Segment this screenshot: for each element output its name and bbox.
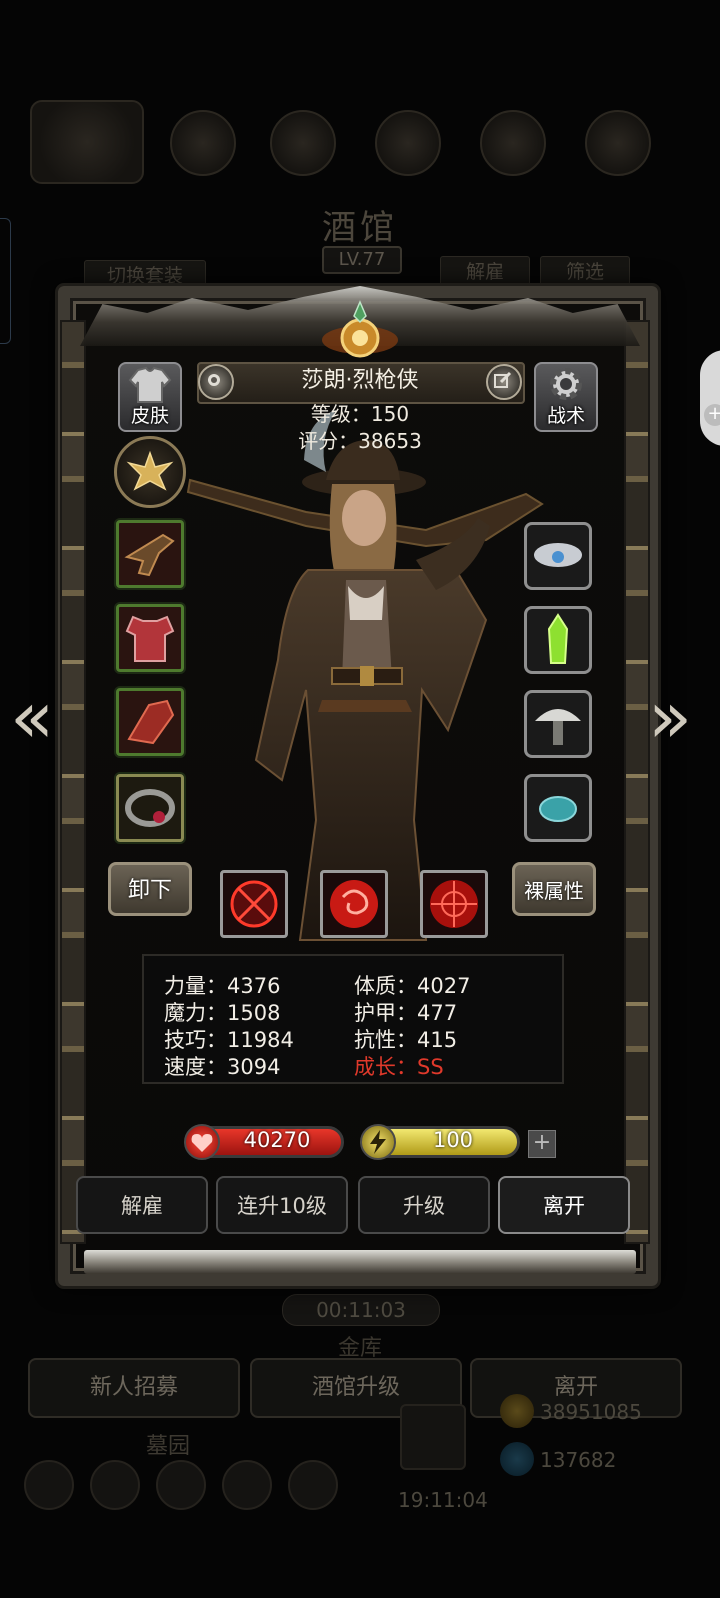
naked-stats-button[interactable]: 裸属性 — [512, 862, 596, 916]
add-energy-button[interactable]: + — [528, 1130, 556, 1158]
stat-growth: 成长：SS — [354, 1055, 444, 1079]
menu-icon-4 — [480, 110, 546, 176]
filter-tab: 筛选 — [540, 256, 630, 288]
cloud-gem-icon — [534, 543, 582, 567]
tavern-timer: 00:11:03 — [282, 1294, 440, 1326]
gem-icon — [500, 1442, 534, 1476]
equip-slot-weapon[interactable] — [116, 520, 184, 588]
stat-skill: 技巧：11984 — [164, 1028, 294, 1052]
target-skill-icon — [430, 880, 478, 928]
next-hero-button[interactable]: » — [648, 681, 692, 754]
green-crystal-icon — [547, 613, 569, 664]
dismiss-tab: 解雇 — [440, 256, 530, 288]
gem-amount: 137682 — [540, 1448, 617, 1472]
menu-icon-3 — [375, 110, 441, 176]
game-clock: 19:11:04 — [398, 1488, 488, 1512]
hero-score: 评分：38653 — [298, 429, 422, 453]
dismiss-button[interactable]: 解雇 — [76, 1176, 208, 1234]
avatar — [30, 100, 144, 184]
skill-slot-3[interactable] — [420, 870, 488, 938]
ring-icon — [125, 789, 175, 827]
equip-slot-armor[interactable] — [116, 604, 184, 672]
tavern-level: LV.77 — [322, 246, 402, 274]
gift-icon — [400, 1404, 466, 1470]
tavern-title: 酒馆 — [322, 208, 398, 248]
equip-slot-accessory-3[interactable] — [524, 690, 592, 758]
settings-icon[interactable] — [198, 364, 234, 400]
stats-panel: 力量：4376 魔力：1508 技巧：11984 速度：3094 体质：4027… — [142, 954, 564, 1084]
bottom-icon-3 — [156, 1460, 206, 1510]
phoenix-emblem-icon[interactable] — [114, 436, 186, 508]
stat-constitution: 体质：4027 — [354, 974, 471, 998]
equip-slot-accessory-4[interactable] — [524, 774, 592, 842]
menu-icon-5 — [585, 110, 651, 176]
stat-speed: 速度：3094 — [164, 1055, 281, 1079]
energy-value: 100 — [432, 1128, 474, 1152]
skin-label: 皮肤 — [130, 405, 169, 427]
graveyard-label: 墓园 — [146, 1434, 191, 1459]
vortex-skill-icon — [330, 880, 378, 928]
equip-slot-gloves[interactable] — [116, 688, 184, 756]
level-up-button[interactable]: 升级 — [358, 1176, 490, 1234]
stat-magic: 魔力：1508 — [164, 1001, 281, 1025]
gold-amount: 38951085 — [540, 1400, 642, 1424]
hero-name: 莎朗·烈枪侠 — [301, 368, 419, 393]
level-up-10-button[interactable]: 连升10级 — [216, 1176, 348, 1234]
lightning-icon — [360, 1124, 396, 1160]
crosshair-skill-icon — [230, 880, 278, 928]
menu-icon-1 — [170, 110, 236, 176]
hero-level: 等级：150 — [310, 402, 410, 426]
equip-slot-ring[interactable] — [116, 774, 184, 842]
skill-slot-2[interactable] — [320, 870, 388, 938]
frame-left-pillar — [60, 320, 86, 1244]
edit-icon[interactable] — [486, 364, 522, 400]
leave-button[interactable]: 离开 — [498, 1176, 630, 1234]
bottom-icon-1 — [24, 1460, 74, 1510]
tactics-label: 战术 — [546, 405, 585, 427]
teal-stone-icon — [539, 796, 577, 822]
crest-icon — [322, 300, 398, 358]
bottom-icon-2 — [90, 1460, 140, 1510]
menu-icon-2 — [270, 110, 336, 176]
bottom-icon-5 — [288, 1460, 338, 1510]
gauntlet-icon — [127, 699, 175, 745]
prev-hero-button[interactable]: « — [10, 681, 54, 754]
skin-button[interactable]: 皮肤 — [118, 362, 182, 432]
stat-strength: 力量：4376 — [164, 974, 281, 998]
heart-icon — [184, 1124, 220, 1160]
recruit-button: 新人招募 — [28, 1358, 240, 1418]
skill-slot-1[interactable] — [220, 870, 288, 938]
gold-coin-icon — [500, 1394, 534, 1428]
tactics-button[interactable]: 战术 — [534, 362, 598, 432]
top-icon-bar — [20, 100, 700, 190]
floating-plus-icon[interactable]: + — [704, 404, 720, 426]
unequip-button[interactable]: 卸下 — [108, 862, 192, 916]
pistol-icon — [124, 533, 175, 577]
frame-bottom-ornament — [84, 1250, 636, 1274]
gear-icon — [550, 368, 582, 400]
shirt-icon — [128, 366, 172, 403]
mushroom-icon — [535, 709, 581, 745]
chest-armor-icon — [125, 615, 175, 662]
floating-assistant[interactable] — [700, 350, 720, 446]
stat-armor: 护甲：477 — [354, 1001, 458, 1025]
bottom-icon-4 — [222, 1460, 272, 1510]
equip-slot-accessory-1[interactable] — [524, 522, 592, 590]
hp-value: 40270 — [243, 1128, 311, 1152]
frame-right-pillar — [624, 320, 650, 1244]
equip-slot-accessory-2[interactable] — [524, 606, 592, 674]
stat-resistance: 抗性：415 — [354, 1028, 458, 1052]
